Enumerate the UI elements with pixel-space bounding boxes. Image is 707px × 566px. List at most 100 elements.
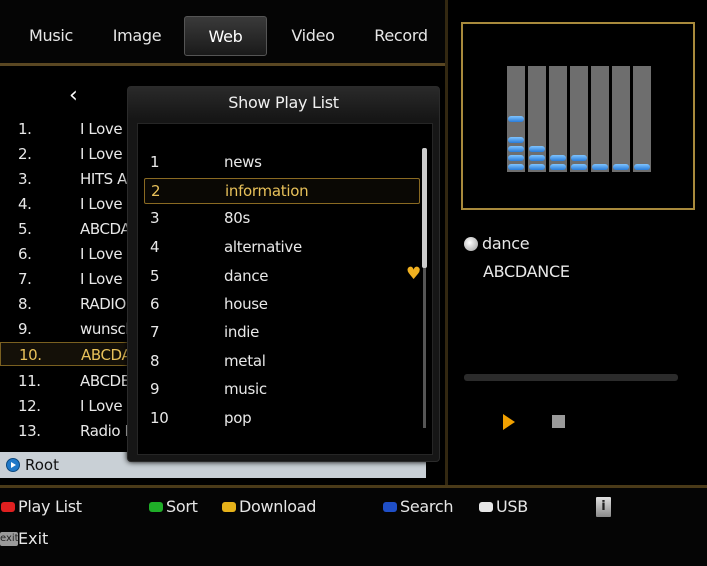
playlist-item-label: pop: [224, 409, 252, 427]
equalizer-bar: [633, 66, 651, 172]
play-list-label: Play List: [18, 497, 82, 516]
list-item-number: 10.: [19, 346, 42, 364]
list-item-name: I Love I: [80, 397, 131, 415]
info-icon[interactable]: i: [596, 497, 611, 517]
popup-list: 1 news 2 information 3 80s 4 alternative 5 da…: [137, 123, 433, 455]
yellow-key-icon: [222, 502, 236, 512]
playlist-item-number: 2: [151, 182, 161, 200]
stop-icon[interactable]: [552, 415, 565, 428]
playlist-item-number: 5: [150, 267, 160, 285]
list-item-number: 13.: [18, 422, 41, 440]
list-item-name: I Love I: [80, 270, 131, 288]
list-item-number: 2.: [18, 145, 32, 163]
playlist-item[interactable]: 4 alternative: [144, 235, 420, 261]
playlist-item-number: 7: [150, 323, 160, 341]
playlist-item-number: 8: [150, 352, 160, 370]
play-icon[interactable]: [503, 414, 515, 430]
playlist-item-label: news: [224, 153, 262, 171]
equalizer-segment: [529, 146, 545, 152]
list-item-number: 5.: [18, 220, 32, 238]
blue-key-icon: [383, 502, 397, 512]
playlist-item-label: information: [225, 182, 309, 200]
tab-music[interactable]: Music: [14, 16, 88, 56]
playlist-item-number: 4: [150, 238, 160, 256]
equalizer-bar: [612, 66, 630, 172]
popup-title: Show Play List: [128, 87, 439, 119]
playlist-item[interactable]: 6 house: [144, 292, 420, 318]
equalizer-segment: [571, 155, 587, 161]
playlist-item[interactable]: 5 dance: [144, 264, 420, 290]
tab-video[interactable]: Video: [278, 16, 348, 56]
playlist-item-label: metal: [224, 352, 266, 370]
download-label: Download: [239, 497, 317, 516]
list-item-number: 8.: [18, 295, 32, 313]
equalizer-segment: [592, 164, 608, 170]
tab-web-radio[interactable]: Web Radio: [184, 16, 267, 86]
tab-record[interactable]: Record: [364, 16, 438, 56]
equalizer-bar: [528, 66, 546, 172]
equalizer-bar: [549, 66, 567, 172]
equalizer-bar: [570, 66, 588, 172]
list-item-name: Radio I: [80, 422, 129, 440]
playlist-item[interactable]: 10 pop: [144, 406, 420, 432]
equalizer-segment: [508, 137, 524, 143]
equalizer-bar: [591, 66, 609, 172]
playlist-item-number: 1: [150, 153, 160, 171]
equalizer-display: [461, 22, 695, 210]
list-item-name: RADIO: [80, 295, 126, 313]
list-item-number: 4.: [18, 195, 32, 213]
tab-image[interactable]: Image: [100, 16, 174, 56]
list-item-name: ABCDA: [80, 220, 131, 238]
equalizer-segment: [571, 164, 587, 170]
equalizer-segment: [550, 164, 566, 170]
playlist-item-label: house: [224, 295, 268, 313]
equalizer-segment: [508, 146, 524, 152]
list-item-name: I Love I: [80, 145, 131, 163]
playlist-item-number: 3: [150, 209, 160, 227]
playlist-item[interactable]: 7 indie: [144, 320, 420, 346]
green-key-icon: [149, 502, 163, 512]
list-item-number: 1.: [18, 120, 32, 138]
white-key-icon: [479, 502, 493, 512]
exit-label: Exit: [18, 529, 49, 548]
equalizer-segment: [508, 155, 524, 161]
equalizer-segment: [529, 155, 545, 161]
equalizer-segment: [613, 164, 629, 170]
equalizer-segment: [508, 116, 524, 122]
equalizer-segment: [508, 164, 524, 170]
list-item-name: I Love I: [80, 245, 131, 263]
exit-key-icon[interactable]: exit: [0, 532, 19, 546]
playback-progress-bar[interactable]: [464, 374, 678, 381]
station-name: ABCDANCE: [483, 262, 570, 281]
playlist-item-label: dance: [224, 267, 269, 285]
genre-label: dance: [482, 234, 530, 253]
scrollbar-thumb[interactable]: [422, 148, 427, 268]
red-key-icon: [1, 502, 15, 512]
playlist-item-label: 80s: [224, 209, 251, 227]
playlist-item-number: 9: [150, 380, 160, 398]
playlist-item-label: music: [224, 380, 267, 398]
playlist-item-number: 10: [150, 409, 169, 427]
playlist-item-number: 6: [150, 295, 160, 313]
disc-icon: [464, 237, 478, 251]
equalizer-bar: [507, 66, 525, 172]
equalizer-segment: [529, 164, 545, 170]
playlist-item-label: indie: [224, 323, 260, 341]
playlist-item[interactable]: 3 80s: [144, 206, 420, 232]
list-item-number: 3.: [18, 170, 32, 188]
search-label: Search: [400, 497, 454, 516]
panel-divider: [445, 0, 448, 486]
playlist-item-selected[interactable]: 2 information: [144, 178, 420, 204]
list-item-number: 12.: [18, 397, 41, 415]
play-circle-icon: [6, 458, 20, 472]
sort-label: Sort: [166, 497, 198, 516]
list-item-name: HITS A: [80, 170, 128, 188]
usb-label: USB: [496, 497, 528, 516]
playlist-item[interactable]: 1 news: [144, 150, 420, 176]
playlist-item[interactable]: 8 metal: [144, 349, 420, 375]
chevron-left-icon[interactable]: ‹: [69, 85, 78, 107]
playlist-item[interactable]: 9 music: [144, 377, 420, 403]
list-item-name: I Love I: [80, 120, 131, 138]
root-label: Root: [25, 456, 59, 474]
heart-icon: ♥: [406, 264, 422, 284]
